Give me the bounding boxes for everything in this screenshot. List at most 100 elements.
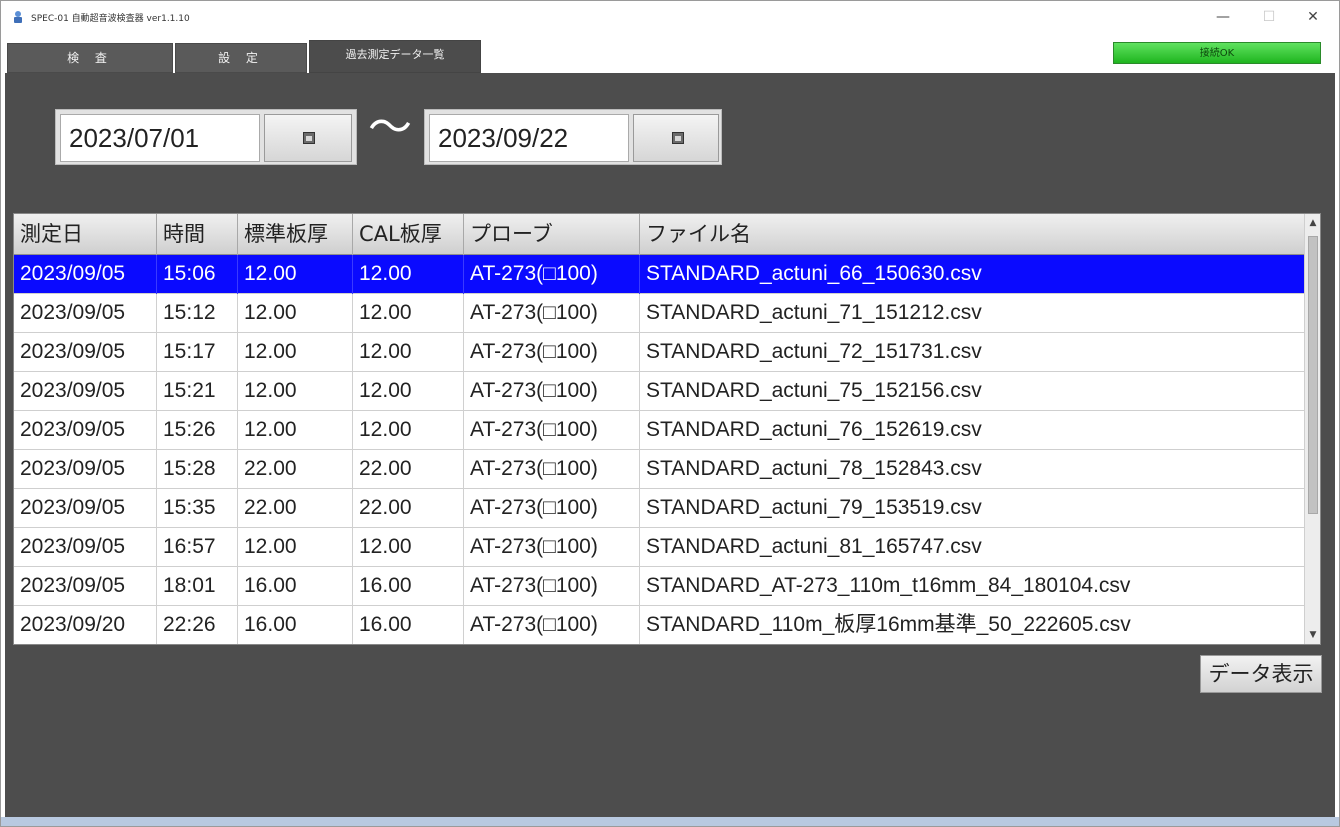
cell-time: 22:26 (157, 606, 238, 644)
title-bar: SPEC-01 自動超音波検査器 ver1.1.10 — ☐ ✕ (1, 1, 1339, 35)
calendar-icon (303, 132, 315, 144)
cell-date: 2023/09/05 (14, 567, 157, 606)
cell-date: 2023/09/05 (14, 333, 157, 372)
table-row[interactable]: 2023/09/05 15:28 22.00 22.00 AT-273(□100) STA… (14, 450, 1304, 489)
cell-file-name: STANDARD_110m_板厚16mm基準_50_222605.csv (646, 613, 1131, 636)
cell-standard-thickness: 12.00 (238, 528, 353, 567)
table-row[interactable]: 2023/09/05 15:12 12.00 12.00 AT-273(□100) STA… (14, 294, 1304, 333)
cell-probe: AT-273(□100) (464, 294, 640, 333)
date-range-separator: 〜 (368, 102, 412, 153)
cell-date: 2023/09/05 (14, 294, 157, 333)
tab-past-data-list[interactable]: 過去測定データ一覧 (309, 40, 481, 73)
table-row[interactable]: 2023/09/05 15:06 12.00 12.00 AT-273(□100) STA… (14, 255, 1304, 294)
cell-date: 2023/09/20 (14, 606, 157, 644)
cell-probe: AT-273(□100) (464, 333, 640, 372)
cell-file-name: STANDARD_actuni_72_151731.csv (646, 340, 982, 363)
cell-time: 15:35 (157, 489, 238, 528)
cell-time: 16:57 (157, 528, 238, 567)
table-header: 測定日 時間 標準板厚 CAL板厚 プローブ ファイル名 (14, 214, 1304, 255)
start-date-calendar-button[interactable] (264, 114, 352, 162)
column-header-standard-thickness[interactable]: 標準板厚 (238, 214, 353, 255)
cell-time: 18:01 (157, 567, 238, 606)
column-header-time[interactable]: 時間 (157, 214, 238, 255)
column-header-cal-thickness[interactable]: CAL板厚 (353, 214, 464, 255)
cell-standard-thickness: 16.00 (238, 606, 353, 644)
close-button[interactable]: ✕ (1293, 5, 1333, 29)
cell-cal-thickness: 22.00 (353, 450, 464, 489)
cell-date: 2023/09/05 (14, 528, 157, 567)
cell-probe: AT-273(□100) (464, 528, 640, 567)
cell-time: 15:28 (157, 450, 238, 489)
column-header-file-name[interactable]: ファイル名 (640, 214, 1304, 255)
table-row[interactable]: 2023/09/05 16:57 12.00 12.00 AT-273(□100) STA… (14, 528, 1304, 567)
cell-file-name: STANDARD_AT-273_110m_t16mm_84_180104.csv (646, 574, 1131, 597)
cell-date: 2023/09/05 (14, 255, 157, 294)
cell-cal-thickness: 12.00 (353, 255, 464, 294)
connection-status-indicator: 接続OK (1113, 42, 1321, 64)
cell-file-name: STANDARD_actuni_75_152156.csv (646, 379, 982, 402)
cell-cal-thickness: 12.00 (353, 528, 464, 567)
show-data-button[interactable]: データ表示 (1200, 655, 1322, 693)
cell-time: 15:17 (157, 333, 238, 372)
cell-standard-thickness: 12.00 (238, 255, 353, 294)
cell-file-name: STANDARD_actuni_81_165747.csv (646, 535, 982, 558)
cell-standard-thickness: 12.00 (238, 411, 353, 450)
table-row[interactable]: 2023/09/05 15:26 12.00 12.00 AT-273(□100) STA… (14, 411, 1304, 450)
minimize-button[interactable]: — (1203, 5, 1243, 29)
scroll-up-arrow-icon[interactable]: ▲ (1307, 217, 1319, 229)
cell-date: 2023/09/05 (14, 411, 157, 450)
cell-standard-thickness: 16.00 (238, 567, 353, 606)
cell-date: 2023/09/05 (14, 372, 157, 411)
start-date-input[interactable]: 2023/07/01 (60, 114, 260, 162)
table-scrollbar[interactable]: ▲ ▼ (1304, 214, 1320, 644)
scroll-thumb[interactable] (1308, 236, 1318, 514)
cell-probe: AT-273(□100) (464, 489, 640, 528)
cell-cal-thickness: 16.00 (353, 606, 464, 644)
maximize-button[interactable]: ☐ (1249, 5, 1289, 29)
app-icon (14, 11, 22, 23)
app-window: SPEC-01 自動超音波検査器 ver1.1.10 — ☐ ✕ 検 査 設 定… (0, 0, 1340, 827)
cell-cal-thickness: 16.00 (353, 567, 464, 606)
table-row[interactable]: 2023/09/05 15:21 12.00 12.00 AT-273(□100) STA… (14, 372, 1304, 411)
cell-probe: AT-273(□100) (464, 372, 640, 411)
start-date-group: 2023/07/01 (55, 109, 357, 165)
cell-standard-thickness: 12.00 (238, 372, 353, 411)
table-row[interactable]: 2023/09/05 15:17 12.00 12.00 AT-273(□100) STA… (14, 333, 1304, 372)
cell-cal-thickness: 12.00 (353, 333, 464, 372)
window-title: SPEC-01 自動超音波検査器 ver1.1.10 (31, 14, 190, 24)
cell-cal-thickness: 12.00 (353, 372, 464, 411)
cell-cal-thickness: 12.00 (353, 294, 464, 333)
cell-standard-thickness: 22.00 (238, 489, 353, 528)
cell-time: 15:26 (157, 411, 238, 450)
tab-strip: 検 査 設 定 過去測定データ一覧 接続OK (1, 35, 1339, 73)
tab-inspection[interactable]: 検 査 (7, 43, 173, 73)
cell-cal-thickness: 12.00 (353, 411, 464, 450)
end-date-input[interactable]: 2023/09/22 (429, 114, 629, 162)
column-header-date[interactable]: 測定日 (14, 214, 157, 255)
cell-probe: AT-273(□100) (464, 606, 640, 644)
end-date-group: 2023/09/22 (424, 109, 722, 165)
cell-standard-thickness: 12.00 (238, 333, 353, 372)
cell-file-name: STANDARD_actuni_71_151212.csv (646, 301, 982, 324)
cell-file-name: STANDARD_actuni_76_152619.csv (646, 418, 982, 441)
cell-cal-thickness: 22.00 (353, 489, 464, 528)
table-row[interactable]: 2023/09/05 18:01 16.00 16.00 AT-273(□100) STA… (14, 567, 1304, 606)
tab-settings[interactable]: 設 定 (175, 43, 307, 73)
end-date-calendar-button[interactable] (633, 114, 719, 162)
calendar-icon (672, 132, 684, 144)
cell-probe: AT-273(□100) (464, 567, 640, 606)
table-row[interactable]: 2023/09/20 22:26 16.00 16.00 AT-273(□100) STA… (14, 606, 1304, 644)
main-panel: 2023/07/01 〜 2023/09/22 測定日 時間 標準板厚 CAL板… (5, 73, 1335, 817)
column-header-probe[interactable]: プローブ (464, 214, 640, 255)
window-bottom-border (1, 817, 1339, 826)
measurement-data-table[interactable]: 測定日 時間 標準板厚 CAL板厚 プローブ ファイル名 2023/09/05 1… (13, 213, 1321, 645)
cell-probe: AT-273(□100) (464, 450, 640, 489)
table-row[interactable]: 2023/09/05 15:35 22.00 22.00 AT-273(□100) STA… (14, 489, 1304, 528)
scroll-down-arrow-icon[interactable]: ▼ (1307, 629, 1319, 641)
cell-standard-thickness: 12.00 (238, 294, 353, 333)
cell-probe: AT-273(□100) (464, 411, 640, 450)
cell-file-name: STANDARD_actuni_79_153519.csv (646, 496, 982, 519)
cell-time: 15:21 (157, 372, 238, 411)
cell-time: 15:12 (157, 294, 238, 333)
cell-date: 2023/09/05 (14, 489, 157, 528)
